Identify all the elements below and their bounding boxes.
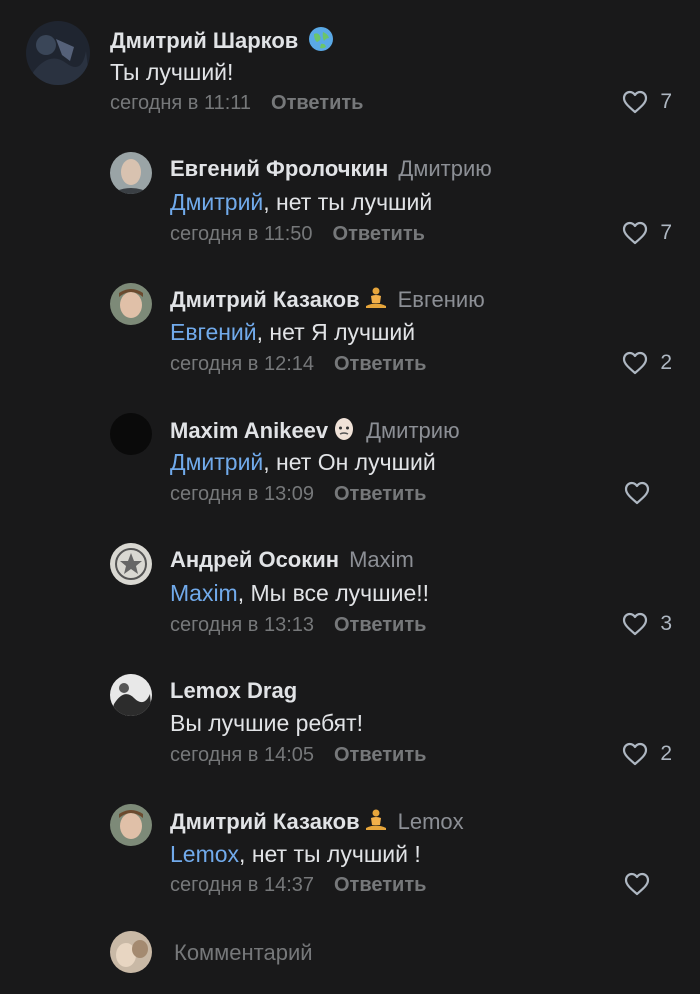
mention-link[interactable]: Дмитрий — [170, 189, 263, 215]
comment-meta: сегодня в 14:37 Ответить — [170, 874, 426, 897]
meditation-icon — [364, 808, 388, 838]
comment-body: , нет ты лучший ! — [239, 841, 421, 867]
reply-button[interactable]: Ответить — [333, 223, 425, 245]
comment-meta: сегодня в 11:11 Ответить — [110, 92, 363, 115]
reply-to[interactable]: Дмитрию — [366, 418, 459, 443]
comment-author-line: Maxim Anikeev Дмитрию — [170, 417, 460, 447]
comment-body: , нет ты лучший — [263, 189, 433, 215]
comment-author-line: Дмитрий Казаков Евгению — [170, 286, 485, 316]
heart-icon — [624, 481, 650, 505]
like-count: 2 — [660, 351, 672, 374]
mention-link[interactable]: Lemox — [170, 841, 239, 867]
comment-input[interactable] — [172, 938, 656, 968]
like-button[interactable]: 7 — [622, 221, 672, 245]
globe-icon — [308, 26, 334, 58]
reply-to[interactable]: Maxim — [349, 547, 414, 572]
heart-icon — [623, 351, 648, 375]
avatar[interactable] — [26, 21, 90, 85]
timestamp: сегодня в 11:50 — [170, 223, 313, 245]
timestamp: сегодня в 13:13 — [170, 614, 314, 636]
avatar[interactable] — [110, 283, 152, 325]
like-count: 7 — [660, 90, 672, 113]
heart-icon — [623, 612, 648, 636]
like-count: 2 — [660, 742, 672, 765]
comment-text: Вы лучшие ребят! — [170, 710, 363, 737]
reply-to[interactable]: Дмитрию — [398, 156, 491, 181]
comment-text: Евгений, нет Я лучший — [170, 319, 415, 346]
reply-to[interactable]: Евгению — [398, 287, 485, 312]
mention-link[interactable]: Евгений — [170, 319, 257, 345]
comment-body: Вы лучшие ребят! — [170, 710, 364, 736]
timestamp: сегодня в 12:14 — [170, 353, 314, 375]
comment-meta: сегодня в 12:14 Ответить — [170, 353, 426, 376]
author-name[interactable]: Maxim Anikeev — [170, 418, 328, 443]
avatar[interactable] — [110, 413, 152, 455]
reply-button[interactable]: Ответить — [334, 614, 426, 636]
comment-meta: сегодня в 14:05 Ответить — [170, 744, 426, 767]
timestamp: сегодня в 14:37 — [170, 874, 314, 896]
comment-body: , Мы все лучшие!! — [237, 580, 430, 606]
avatar[interactable] — [110, 931, 152, 973]
reply-button[interactable]: Ответить — [271, 92, 363, 114]
comment-author-line: Андрей Осокин Maxim — [170, 547, 414, 573]
like-button[interactable] — [624, 481, 672, 505]
bald-head-icon — [332, 417, 356, 447]
like-button[interactable]: 7 — [622, 90, 672, 114]
author-name[interactable]: Дмитрий Казаков — [170, 287, 360, 312]
heart-icon — [623, 742, 648, 766]
comment-meta: сегодня в 11:50 Ответить — [170, 223, 425, 246]
comment-text: Дмитрий, нет ты лучший — [170, 189, 432, 216]
avatar[interactable] — [110, 543, 152, 585]
comment-author-line: Дмитрий Казаков Lemox — [170, 808, 464, 838]
like-count: 7 — [660, 221, 672, 244]
mention-link[interactable]: Maxim — [170, 580, 238, 606]
meditation-icon — [364, 286, 388, 316]
comment-meta: сегодня в 13:13 Ответить — [170, 614, 426, 637]
reply-button[interactable]: Ответить — [334, 744, 426, 766]
reply-button[interactable]: Ответить — [334, 483, 426, 505]
reply-to[interactable]: Lemox — [398, 809, 464, 834]
comment-text: Maxim, Мы все лучшие!! — [170, 580, 429, 607]
comment-author-line: Дмитрий Шарков — [110, 26, 334, 58]
comment-text: Дмитрий, нет Он лучший — [170, 449, 436, 476]
reply-button[interactable]: Ответить — [334, 874, 426, 896]
avatar[interactable] — [110, 152, 152, 194]
comment-input-bar — [0, 928, 700, 976]
comment-body: , нет Я лучший — [256, 319, 416, 345]
comment-meta: сегодня в 13:09 Ответить — [170, 483, 426, 506]
timestamp: сегодня в 13:09 — [170, 483, 314, 505]
reply-button[interactable]: Ответить — [334, 353, 426, 375]
comment-body: , нет Он лучший — [263, 449, 436, 475]
author-name[interactable]: Евгений Фролочкин — [170, 156, 388, 181]
heart-icon — [623, 221, 648, 245]
author-name[interactable]: Дмитрий Казаков — [170, 809, 360, 834]
like-count: 3 — [660, 612, 672, 635]
comment-author-line: Евгений Фролочкин Дмитрию — [170, 156, 492, 182]
timestamp: сегодня в 11:11 — [110, 92, 252, 114]
avatar[interactable] — [110, 804, 152, 846]
comment-text: Lemox, нет ты лучший ! — [170, 841, 421, 868]
heart-icon — [624, 872, 650, 896]
like-button[interactable]: 2 — [622, 742, 672, 766]
like-button[interactable]: 3 — [622, 612, 672, 636]
mention-link[interactable]: Дмитрий — [170, 449, 263, 475]
author-name[interactable]: Андрей Осокин — [170, 547, 339, 572]
like-button[interactable]: 2 — [622, 351, 672, 375]
author-name[interactable]: Дмитрий Шарков — [110, 28, 298, 53]
timestamp: сегодня в 14:05 — [170, 744, 314, 766]
comment-author-line: Lemox Drag — [170, 678, 297, 704]
comment-text: Ты лучший! — [110, 59, 234, 85]
heart-icon — [623, 90, 648, 114]
like-button[interactable] — [624, 872, 672, 896]
avatar[interactable] — [110, 674, 152, 716]
author-name[interactable]: Lemox Drag — [170, 678, 297, 703]
